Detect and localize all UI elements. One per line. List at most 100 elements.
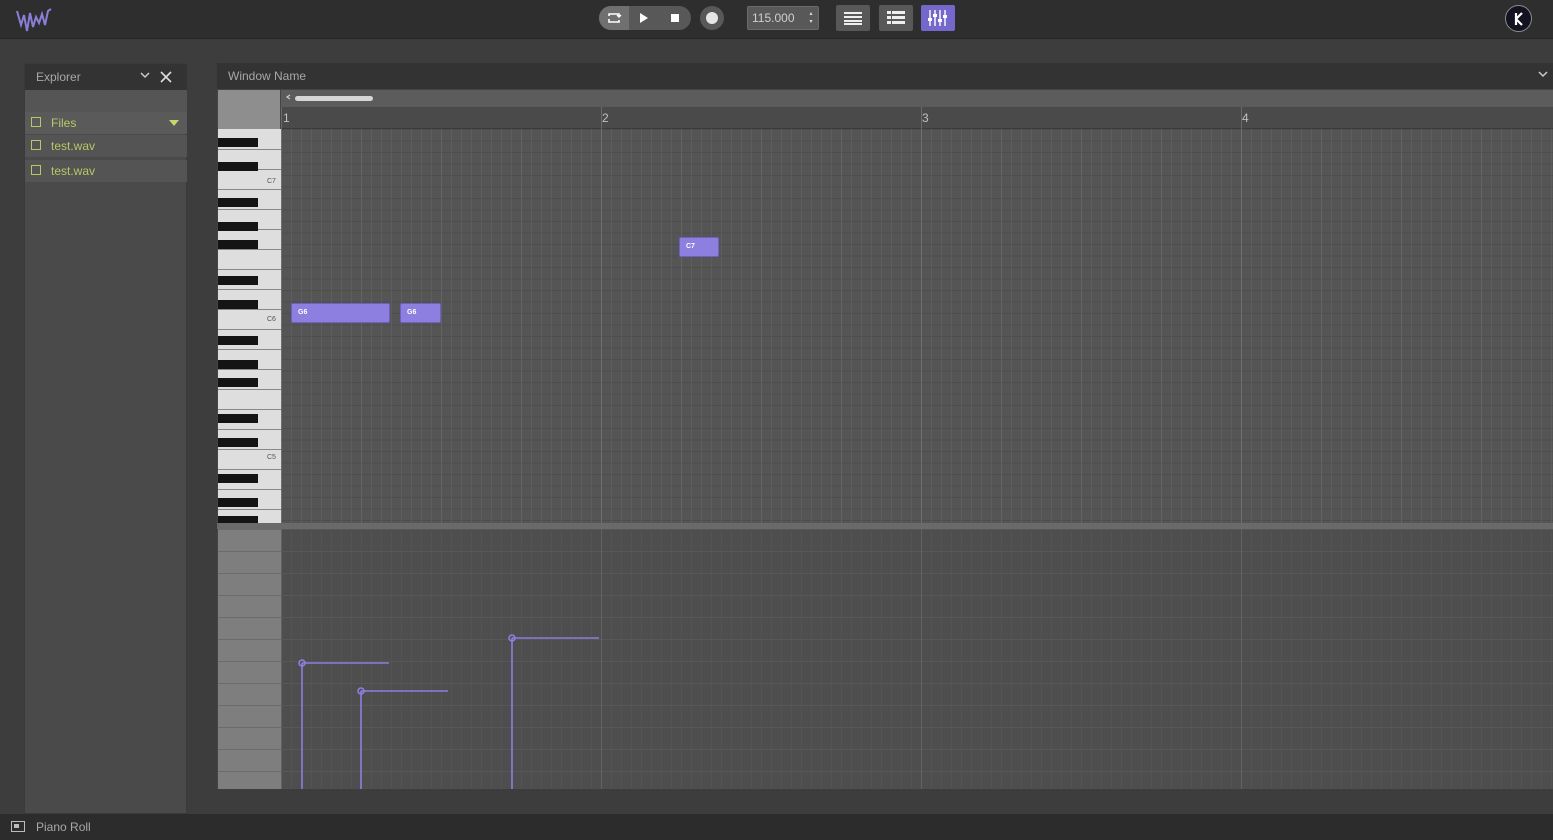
explorer-header: Explorer (25, 64, 187, 90)
grid-column-line (951, 129, 952, 523)
grid-column-line (421, 129, 422, 523)
scrollbar-thumb[interactable] (295, 96, 373, 101)
playlist-view-button[interactable] (879, 5, 913, 31)
grid-column-line (1221, 129, 1222, 523)
tracks-view-button[interactable] (836, 5, 870, 31)
grid-column-line (1331, 129, 1332, 523)
bpm-down-icon[interactable]: ▾ (807, 18, 815, 26)
grid-column-line (811, 129, 812, 523)
close-icon[interactable] (160, 66, 172, 88)
grid-column-line (1421, 129, 1422, 523)
velocity-header-row (218, 617, 281, 618)
velocity-lane[interactable] (281, 529, 1553, 789)
tree-file-item[interactable]: test.wav (25, 160, 187, 182)
grid-column-line (1021, 129, 1022, 523)
velocity-header-row (218, 771, 281, 772)
grid-column-line (1251, 129, 1252, 523)
grid-column-line (941, 129, 942, 523)
grid-column-line (511, 129, 512, 523)
mixer-sliders-icon (928, 10, 947, 26)
mixer-view-button[interactable] (921, 5, 955, 31)
grid-column-line (1031, 129, 1032, 523)
black-key[interactable] (218, 360, 258, 369)
midi-note[interactable]: C7 (679, 237, 719, 257)
audio-file-icon (31, 140, 41, 150)
bpm-up-icon[interactable]: ▴ (807, 10, 815, 18)
grid-column-line (1161, 129, 1162, 523)
black-key[interactable] (218, 336, 258, 345)
grid-column-line (1541, 129, 1542, 523)
black-key[interactable] (218, 198, 258, 207)
grid-column-line (721, 129, 722, 523)
grid-column-line (631, 129, 632, 523)
note-grid[interactable]: C7 G6 G6 (281, 129, 1553, 523)
stop-button[interactable] (660, 6, 690, 30)
black-key[interactable] (218, 276, 258, 285)
black-key[interactable] (218, 138, 258, 147)
black-key[interactable] (218, 378, 258, 387)
bpm-value: 115.000 (752, 11, 795, 25)
explorer-search-bar[interactable] (25, 90, 187, 112)
grid-column-line (491, 129, 492, 523)
account-button[interactable] (1505, 5, 1532, 32)
grid-column-line (1411, 129, 1412, 523)
chevron-down-icon[interactable] (140, 69, 150, 83)
black-key[interactable] (218, 516, 258, 523)
status-label: Piano Roll (36, 820, 91, 834)
grid-column-line (291, 129, 292, 523)
white-key-divider (218, 189, 281, 190)
grid-column-line (411, 129, 412, 523)
timeline-ruler[interactable]: 1 2 3 4 (281, 107, 1553, 129)
grid-column-line (711, 129, 712, 523)
grid-column-line (1521, 129, 1522, 523)
grid-column-line (1151, 129, 1152, 523)
white-key-divider (218, 329, 281, 330)
grid-column-line (751, 129, 752, 523)
note-label: G6 (298, 309, 308, 316)
grid-column-line (1501, 129, 1502, 523)
midi-note[interactable]: G6 (400, 303, 441, 323)
white-key-divider (218, 409, 281, 410)
grid-column-line (1041, 129, 1042, 523)
grid-column-line (771, 129, 772, 523)
bpm-stepper[interactable]: ▴ ▾ (807, 10, 815, 26)
bar-number: 4 (1242, 111, 1249, 125)
black-key[interactable] (218, 222, 258, 231)
loop-button[interactable] (599, 6, 629, 30)
midi-note[interactable]: G6 (291, 303, 390, 323)
black-key[interactable] (218, 162, 258, 171)
record-button[interactable] (700, 6, 724, 30)
grid-column-line (1001, 129, 1002, 523)
bar-number: 3 (922, 111, 929, 125)
tree-item-label: test.wav (51, 139, 96, 153)
grid-column-line (1191, 129, 1192, 523)
white-key-divider (218, 309, 281, 310)
octave-label: C7 (267, 178, 276, 185)
black-key[interactable] (218, 438, 258, 447)
black-key[interactable] (218, 414, 258, 423)
black-key[interactable] (218, 300, 258, 309)
tree-folder-files[interactable]: Files (25, 112, 187, 134)
bpm-input[interactable]: 115.000 ▴ ▾ (747, 6, 819, 30)
tree-file-item[interactable]: test.wav (25, 135, 187, 157)
scroll-left-icon[interactable] (285, 92, 291, 102)
grid-column-line (891, 129, 892, 523)
play-button[interactable] (629, 6, 659, 30)
grid-column-line (1361, 129, 1362, 523)
velocity-header-row (218, 727, 281, 728)
horizontal-scrollbar[interactable] (281, 90, 1553, 107)
octave-label: C5 (267, 454, 276, 461)
black-key[interactable] (218, 498, 258, 507)
panel-icon[interactable] (11, 821, 25, 832)
grid-column-line (571, 129, 572, 523)
grid-column-line (781, 129, 782, 523)
chevron-down-icon[interactable] (1538, 68, 1548, 82)
grid-column-line (1391, 129, 1392, 523)
piano-keyboard[interactable]: C7 C6 C5 (218, 129, 281, 523)
black-key[interactable] (218, 474, 258, 483)
expand-caret-icon[interactable] (169, 120, 179, 126)
white-key-divider (218, 389, 281, 390)
tree-item-label: Files (51, 116, 77, 130)
black-key[interactable] (218, 240, 258, 249)
grid-column-line (1141, 129, 1142, 523)
